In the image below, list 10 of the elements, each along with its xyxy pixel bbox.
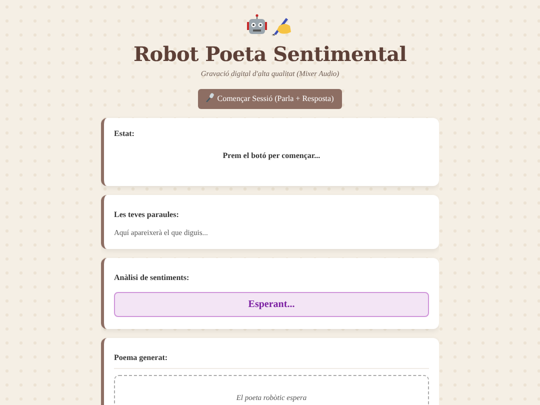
page-title: Robot Poeta Sentimental xyxy=(132,42,408,66)
sentiment-result: Esperant... xyxy=(114,292,429,316)
robot-icon xyxy=(247,14,267,36)
status-label: Estat: xyxy=(114,128,136,140)
poem-label: Poema generat: xyxy=(114,352,429,368)
status-message: Prem el botó per començar... xyxy=(222,150,322,162)
start-session-button[interactable]: Començar Sessió (Parla + Resposta) xyxy=(198,89,342,110)
transcript-label: Les teves paraules: xyxy=(114,209,180,222)
microphone-icon xyxy=(206,93,214,102)
sentiment-label: Anàlisi de sentiments: xyxy=(114,272,190,284)
